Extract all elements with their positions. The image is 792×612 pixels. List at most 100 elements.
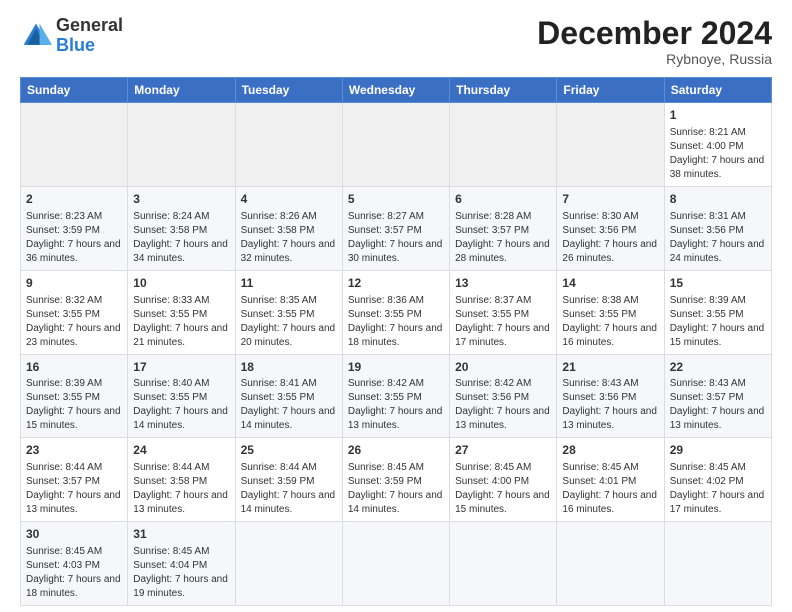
sunset: Sunset: 3:57 PM <box>348 225 422 236</box>
sunrise: Sunrise: 8:31 AM <box>670 211 746 222</box>
sunrise: Sunrise: 8:30 AM <box>562 211 638 222</box>
daylight: Daylight: 7 hours and 19 minutes. <box>133 574 228 599</box>
sunrise: Sunrise: 8:24 AM <box>133 211 209 222</box>
daylight: Daylight: 7 hours and 14 minutes. <box>241 490 336 515</box>
day-number: 14 <box>562 275 658 292</box>
calendar-title: December 2024 <box>537 16 772 51</box>
sunset: Sunset: 3:58 PM <box>133 476 207 487</box>
daylight: Daylight: 7 hours and 15 minutes. <box>455 490 550 515</box>
daylight: Daylight: 7 hours and 21 minutes. <box>133 323 228 348</box>
sunrise: Sunrise: 8:26 AM <box>241 211 317 222</box>
calendar-cell: 22Sunrise: 8:43 AMSunset: 3:57 PMDayligh… <box>664 354 771 438</box>
calendar-cell: 29 Sunrise: 8:45 AM Sunset: 4:02 PM Dayligh… <box>664 438 771 522</box>
sunrise: Sunrise: 8:33 AM <box>133 295 209 306</box>
calendar-cell <box>450 103 557 187</box>
sunrise: Sunrise: 8:45 AM <box>455 462 531 473</box>
sunrise: Sunrise: 8:44 AM <box>133 462 209 473</box>
sunset: Sunset: 3:55 PM <box>348 309 422 320</box>
day-number: 18 <box>241 359 337 376</box>
calendar-cell: 25Sunrise: 8:44 AMSunset: 3:59 PMDayligh… <box>235 438 342 522</box>
daylight: Daylight: 7 hours and 17 minutes. <box>455 323 550 348</box>
daylight: Daylight: 7 hours and 20 minutes. <box>241 323 336 348</box>
sunset: Sunset: 4:02 PM <box>670 476 744 487</box>
calendar-cell: 1Sunrise: 8:21 AMSunset: 4:00 PMDaylight… <box>664 103 771 187</box>
calendar-cell <box>21 103 128 187</box>
daylight: Daylight: 7 hours and 13 minutes. <box>562 406 657 431</box>
weekday-header: Saturday <box>664 78 771 103</box>
weekday-header: Friday <box>557 78 664 103</box>
logo-blue: Blue <box>56 35 95 55</box>
calendar-cell: 5Sunrise: 8:27 AMSunset: 3:57 PMDaylight… <box>342 186 449 270</box>
calendar-cell: 7Sunrise: 8:30 AMSunset: 3:56 PMDaylight… <box>557 186 664 270</box>
daylight: Daylight: 7 hours and 15 minutes. <box>26 406 121 431</box>
day-number: 25 <box>241 442 337 459</box>
logo: General Blue <box>20 16 123 56</box>
page: General Blue December 2024 Rybnoye, Russ… <box>0 0 792 612</box>
day-number: 8 <box>670 191 766 208</box>
sunrise: Sunrise: 8:42 AM <box>348 378 424 389</box>
sunset: Sunset: 3:55 PM <box>562 309 636 320</box>
sunrise: Sunrise: 8:37 AM <box>455 295 531 306</box>
calendar-cell: 28Sunrise: 8:45 AMSunset: 4:01 PMDayligh… <box>557 438 664 522</box>
daylight: Daylight: 7 hours and 16 minutes. <box>562 323 657 348</box>
calendar-cell: 20Sunrise: 8:42 AMSunset: 3:56 PMDayligh… <box>450 354 557 438</box>
weekday-header: Tuesday <box>235 78 342 103</box>
sunset: Sunset: 3:55 PM <box>133 309 207 320</box>
calendar-cell: 13Sunrise: 8:37 AMSunset: 3:55 PMDayligh… <box>450 270 557 354</box>
calendar-cell <box>128 103 235 187</box>
sunset: Sunset: 3:55 PM <box>348 392 422 403</box>
daylight: Daylight: 7 hours and 14 minutes. <box>241 406 336 431</box>
sunrise: Sunrise: 8:23 AM <box>26 211 102 222</box>
calendar-cell: 11Sunrise: 8:35 AMSunset: 3:55 PMDayligh… <box>235 270 342 354</box>
day-number: 1 <box>670 107 766 124</box>
daylight: Daylight: 7 hours and 30 minutes. <box>348 239 443 264</box>
daylight: Daylight: 7 hours and 14 minutes. <box>133 406 228 431</box>
day-number: 20 <box>455 359 551 376</box>
day-number: 17 <box>133 359 229 376</box>
sunrise: Sunrise: 8:45 AM <box>562 462 638 473</box>
day-number: 22 <box>670 359 766 376</box>
sunrise: Sunrise: 8:44 AM <box>241 462 317 473</box>
day-number: 29 <box>670 442 766 459</box>
calendar-cell: 3Sunrise: 8:24 AMSunset: 3:58 PMDaylight… <box>128 186 235 270</box>
sunset: Sunset: 3:56 PM <box>670 225 744 236</box>
sunrise: Sunrise: 8:44 AM <box>26 462 102 473</box>
sunrise: Sunrise: 8:28 AM <box>455 211 531 222</box>
sunset: Sunset: 3:55 PM <box>455 309 529 320</box>
day-number: 15 <box>670 275 766 292</box>
sunset: Sunset: 3:56 PM <box>455 392 529 403</box>
calendar-cell: 4Sunrise: 8:26 AMSunset: 3:58 PMDaylight… <box>235 186 342 270</box>
daylight: Daylight: 7 hours and 36 minutes. <box>26 239 121 264</box>
calendar-cell: 12Sunrise: 8:36 AMSunset: 3:55 PMDayligh… <box>342 270 449 354</box>
sunrise: Sunrise: 8:32 AM <box>26 295 102 306</box>
sunrise: Sunrise: 8:40 AM <box>133 378 209 389</box>
day-number: 27 <box>455 442 551 459</box>
daylight: Daylight: 7 hours and 38 minutes. <box>670 155 765 180</box>
day-number: 6 <box>455 191 551 208</box>
calendar-cell <box>557 522 664 606</box>
weekday-header: Wednesday <box>342 78 449 103</box>
daylight: Daylight: 7 hours and 18 minutes. <box>26 574 121 599</box>
daylight: Daylight: 7 hours and 28 minutes. <box>455 239 550 264</box>
sunset: Sunset: 3:55 PM <box>133 392 207 403</box>
sunset: Sunset: 3:57 PM <box>26 476 100 487</box>
sunrise: Sunrise: 8:45 AM <box>670 462 746 473</box>
daylight: Daylight: 7 hours and 13 minutes. <box>670 406 765 431</box>
sunrise: Sunrise: 8:45 AM <box>348 462 424 473</box>
calendar-cell: 21Sunrise: 8:43 AMSunset: 3:56 PMDayligh… <box>557 354 664 438</box>
sunrise: Sunrise: 8:35 AM <box>241 295 317 306</box>
sunrise: Sunrise: 8:41 AM <box>241 378 317 389</box>
day-number: 10 <box>133 275 229 292</box>
sunset: Sunset: 4:03 PM <box>26 560 100 571</box>
sunrise: Sunrise: 8:43 AM <box>670 378 746 389</box>
daylight: Daylight: 7 hours and 23 minutes. <box>26 323 121 348</box>
daylight: Daylight: 7 hours and 17 minutes. <box>670 490 765 515</box>
sunrise: Sunrise: 8:43 AM <box>562 378 638 389</box>
calendar-cell: 19Sunrise: 8:42 AMSunset: 3:55 PMDayligh… <box>342 354 449 438</box>
logo-general: General <box>56 15 123 35</box>
sunset: Sunset: 4:01 PM <box>562 476 636 487</box>
daylight: Daylight: 7 hours and 16 minutes. <box>562 490 657 515</box>
calendar-cell: 16Sunrise: 8:39 AMSunset: 3:55 PMDayligh… <box>21 354 128 438</box>
day-number: 26 <box>348 442 444 459</box>
daylight: Daylight: 7 hours and 13 minutes. <box>455 406 550 431</box>
